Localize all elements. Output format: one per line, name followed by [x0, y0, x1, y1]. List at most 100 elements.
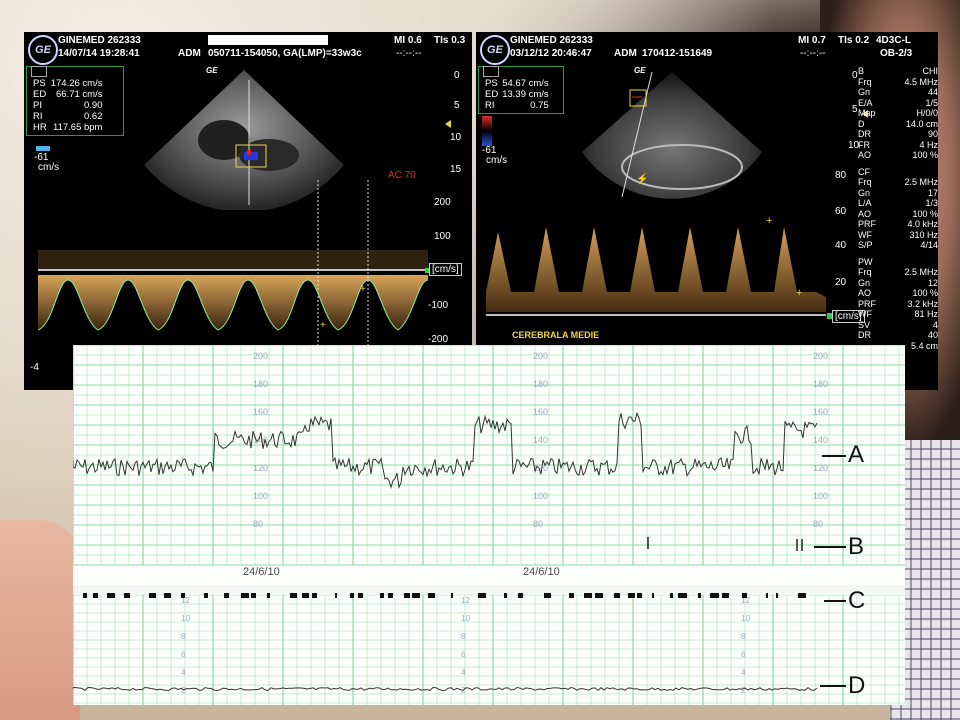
- depth-tick: 0: [454, 70, 460, 81]
- param-row: DR 40: [858, 330, 938, 341]
- param-row: AO 100 %: [858, 209, 938, 220]
- fhr-tick-label: 80: [533, 519, 543, 529]
- mi-value: MI 0.6: [394, 35, 422, 46]
- fhr-tick-label: 160: [813, 407, 828, 417]
- movement-mark: [241, 593, 249, 598]
- param-value: 2.5 MHz: [904, 177, 938, 187]
- param-key: L/A: [858, 198, 872, 208]
- param-value: 5.4 cm: [910, 340, 938, 351]
- fhr-tick-label: 200: [533, 351, 548, 361]
- param-key: Gn: [858, 187, 871, 198]
- vessel-label: CEREBRALA MEDIE: [512, 330, 600, 340]
- arrow-d-icon: [820, 685, 846, 687]
- color-scale-unit: cm/s: [486, 155, 508, 166]
- movement-mark: [302, 593, 309, 598]
- movement-mark: [224, 593, 229, 598]
- fhr-tick-label: 180: [533, 379, 548, 389]
- param-value: 12: [927, 277, 938, 288]
- param-value: 3.2 kHz: [907, 298, 938, 309]
- trace-label-a: A: [848, 441, 865, 468]
- clinic-name: GINEMED 262333: [58, 35, 141, 46]
- measurement-row: HR 117.65 bpm: [31, 122, 104, 133]
- movement-mark: [93, 593, 98, 598]
- preset-name: OB-2/3: [880, 48, 913, 59]
- patient-id: 170412-151649: [642, 48, 713, 59]
- param-row: Gn 17: [858, 188, 938, 199]
- measurement-row: RI 0.62: [31, 111, 104, 122]
- movement-mark: [766, 593, 768, 598]
- small-clock: --:--:--: [396, 48, 422, 59]
- svg-text:+: +: [766, 215, 772, 227]
- param-row: Gn 44: [858, 87, 938, 98]
- param-value: 4/14: [920, 240, 938, 250]
- param-key: E/A: [858, 97, 873, 108]
- movement-mark: [698, 593, 701, 598]
- measurement-table: PS 174.26 cm/s ED 66.71 cm/s PI 0.90 RI 0.62 HR 1…: [31, 78, 104, 133]
- movement-mark: [388, 593, 393, 598]
- measurement-row: RI 0.75: [483, 100, 551, 111]
- movement-mark: [290, 593, 297, 598]
- movement-mark: [404, 593, 410, 598]
- toco-tick-label: 8: [741, 632, 746, 641]
- movement-mark: [628, 593, 635, 598]
- velocity-tick: -200: [428, 334, 449, 345]
- fhr-tick-label: 180: [253, 379, 268, 389]
- param-key: Gn: [858, 277, 871, 288]
- movement-mark: [412, 593, 420, 598]
- toco-tick-label: 4: [181, 668, 186, 677]
- movement-mark: [451, 593, 453, 598]
- param-row: Map H/0/0: [858, 108, 938, 119]
- movement-mark: [776, 593, 778, 598]
- measurement-label: PI: [33, 100, 42, 111]
- param-value: 44: [927, 87, 938, 97]
- param-row: FR 4 Hz: [858, 140, 938, 151]
- param-row: Frq 4.5 MHz: [858, 77, 938, 88]
- movement-mark: [204, 593, 208, 598]
- measurement-label: RI: [485, 100, 495, 111]
- scan-datetime: 03/12/12 20:46:47: [510, 48, 592, 59]
- velocity-tick: 80: [835, 170, 847, 181]
- velocity-tick: -100: [428, 300, 449, 311]
- trace-label-c: C: [848, 587, 866, 614]
- param-key: PRF: [858, 219, 876, 229]
- param-key: Gn: [858, 87, 871, 97]
- depth-tick: 15: [450, 164, 462, 175]
- params-pulsed-wave: PW Frq 2.5 MHz Gn 12 AO 100 % PRF 3.2 kHz WF 81 Hz…: [858, 257, 938, 352]
- param-value: 81 Hz: [914, 309, 938, 319]
- measurement-row: PS 174.26 cm/s: [31, 78, 104, 89]
- tis-value: TIs 0.2: [838, 35, 870, 46]
- movement-mark: [335, 593, 337, 598]
- movement-mark: [149, 593, 156, 598]
- doppler-spectrum: + +: [486, 215, 826, 316]
- movement-mark: [164, 593, 171, 598]
- measure-icon: [31, 66, 47, 77]
- param-row: AO 100 %: [858, 288, 938, 299]
- velocity-tick: 60: [835, 206, 847, 217]
- param-value: 4 Hz: [919, 139, 938, 150]
- toco-tick-label: 8: [461, 632, 466, 641]
- toco-tick-label: 6: [181, 650, 186, 659]
- ctg-strip: 200 180 160 140 120 100 80 200 180 160 140 120 100 80…: [73, 345, 905, 705]
- measurement-value: 66.71 cm/s: [56, 89, 103, 100]
- param-key: AO: [858, 288, 872, 298]
- movement-mark: [83, 593, 87, 598]
- param-row: Frq 2.5 MHz: [858, 267, 938, 278]
- velocity-tick: 100: [434, 231, 451, 242]
- measurement-label: RI: [33, 111, 43, 122]
- toco-tick-label: 4: [461, 668, 466, 677]
- scan-datetime: 14/07/14 19:28:41: [58, 48, 140, 59]
- param-row: E/A 1/5: [858, 98, 938, 109]
- param-value: 100 %: [912, 288, 938, 298]
- trace-label-d: D: [848, 672, 866, 699]
- movement-mark: [742, 593, 747, 598]
- measurement-value: 13.39 cm/s: [502, 89, 549, 100]
- param-value: 100 %: [912, 150, 938, 160]
- param-value: 1/3: [925, 198, 938, 208]
- fhr-tick-label: 180: [813, 379, 828, 389]
- probe-name: 4D3C-L: [876, 35, 912, 46]
- ctg-chart: 200 180 160 140 120 100 80 200 180 160 140 120 100 80…: [73, 345, 905, 705]
- measurement-value: 117.65 bpm: [53, 122, 103, 133]
- svg-text:+: +: [320, 320, 326, 331]
- fhr-tick-label: 140: [533, 435, 548, 445]
- param-value: 310 Hz: [909, 229, 938, 240]
